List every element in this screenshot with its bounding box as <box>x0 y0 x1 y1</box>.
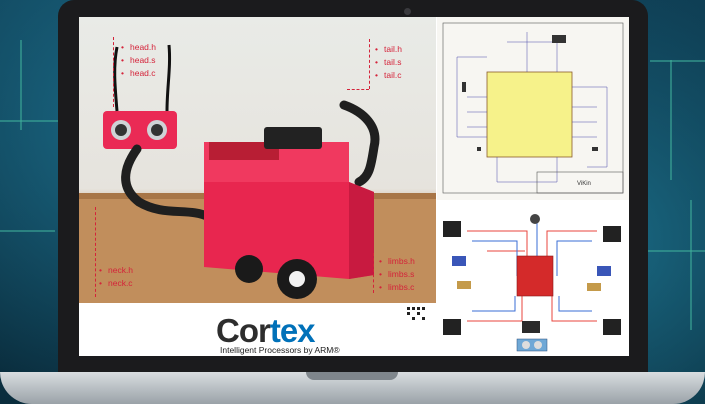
neck-files-list: neck.h neck.c <box>99 264 133 290</box>
callout-line <box>369 39 370 89</box>
limbs-files-list: limbs.h limbs.s limbs.c <box>379 255 415 294</box>
file-label: head.h <box>121 41 156 54</box>
logo-tagline: Intelligent Processors by ARM® <box>220 345 340 355</box>
file-label: neck.h <box>99 264 133 277</box>
tail-files-list: tail.h tail.s tail.c <box>375 43 402 82</box>
file-label: tail.s <box>375 56 402 69</box>
file-label: head.c <box>121 67 156 80</box>
head-files-list: head.h head.s head.c <box>121 41 156 80</box>
logo-word-prefix: Cor <box>216 312 271 349</box>
schematic-drawing: ViKin <box>442 22 624 194</box>
file-label: tail.h <box>375 43 402 56</box>
callout-line <box>373 253 374 293</box>
logo-word-suffix: tex <box>269 312 316 349</box>
robot-photo: head.h head.s head.c tail.h tail.s tail.… <box>79 17 436 303</box>
logo-dots-icon <box>407 307 425 321</box>
callout-line <box>113 37 114 107</box>
file-label: head.s <box>121 54 156 67</box>
laptop-screen: head.h head.s head.c tail.h tail.s tail.… <box>79 17 629 356</box>
file-label: limbs.s <box>379 268 415 281</box>
callout-line <box>347 89 369 90</box>
callout-line <box>95 207 96 297</box>
circuit-schematic: ViKin <box>437 17 629 200</box>
file-label: neck.c <box>99 277 133 290</box>
wiring-diagram <box>437 201 629 356</box>
laptop-notch <box>306 372 398 380</box>
file-label: limbs.h <box>379 255 415 268</box>
wiring-drawing <box>443 214 621 352</box>
file-label: limbs.c <box>379 281 415 294</box>
cortex-logo: Cortex Intelligent Processors by ARM® <box>79 303 436 356</box>
file-label: tail.c <box>375 69 402 82</box>
schematic-title: ViKin <box>577 181 591 187</box>
webcam-icon <box>404 8 411 15</box>
